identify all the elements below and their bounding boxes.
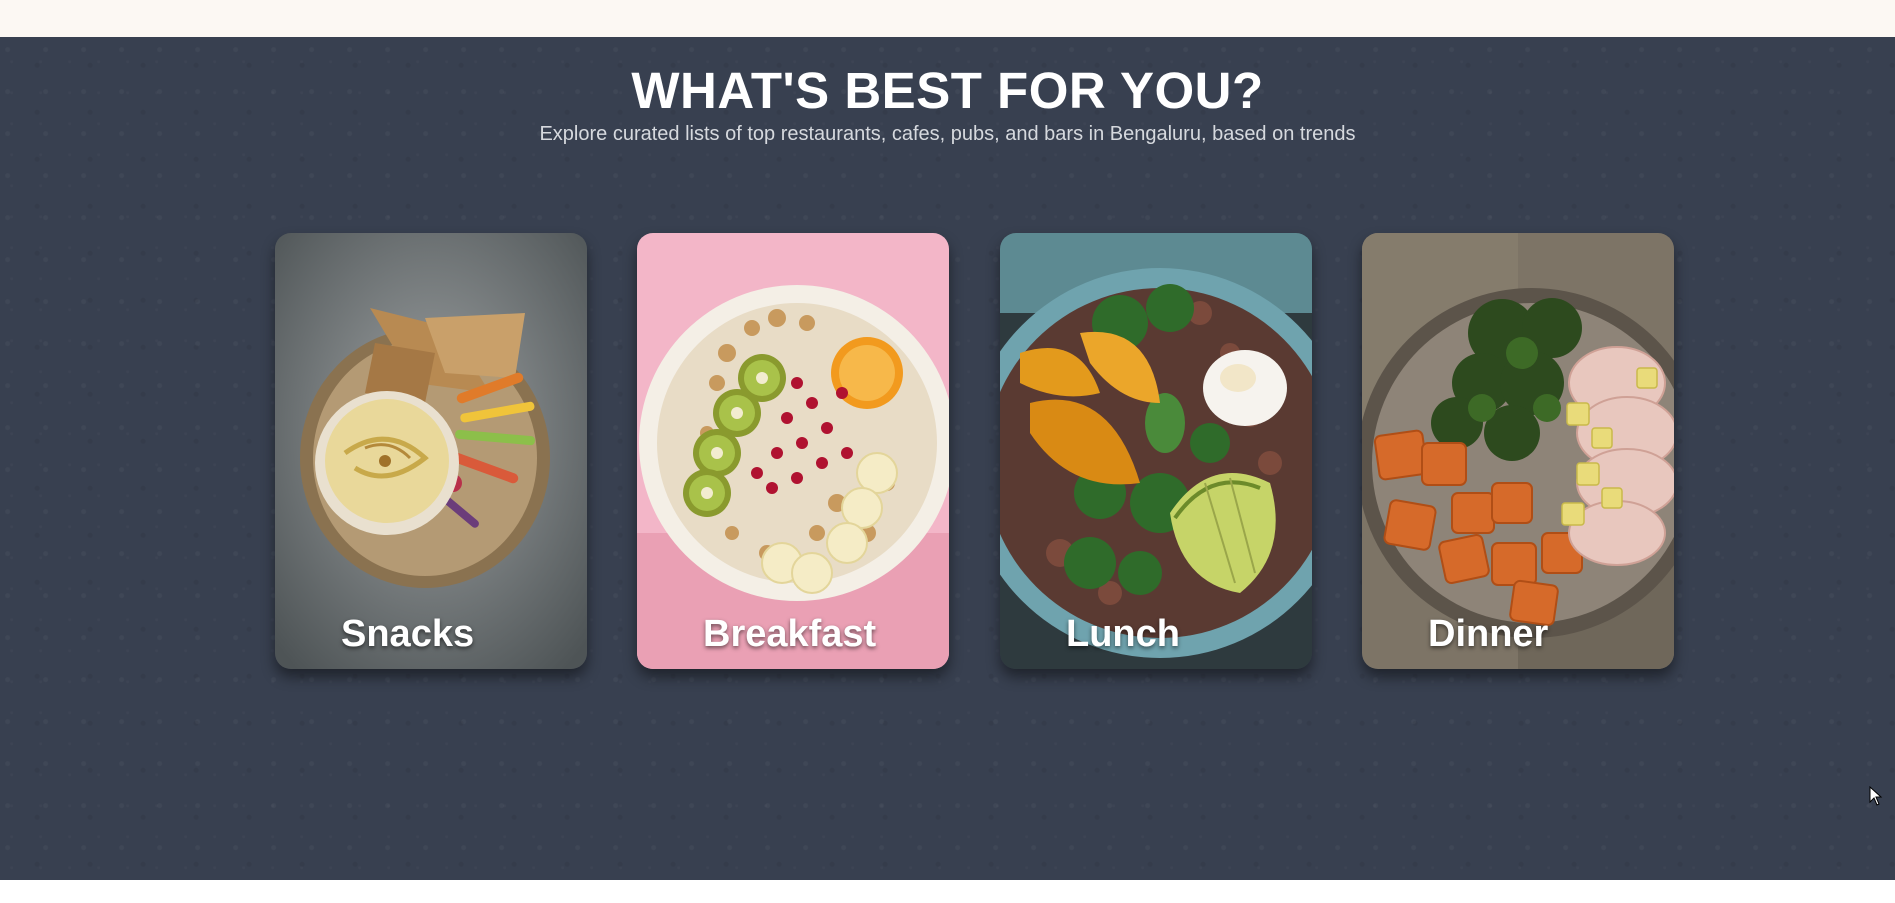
category-card-breakfast[interactable]: Breakfast bbox=[637, 233, 949, 669]
dinner-image bbox=[1362, 233, 1674, 669]
mouse-cursor-icon bbox=[1869, 786, 1883, 806]
card-label-lunch: Lunch bbox=[1066, 613, 1180, 655]
bottom-strip bbox=[0, 880, 1895, 903]
section-subtitle: Explore curated lists of top restaurants… bbox=[539, 123, 1356, 145]
section-title: WHAT'S BEST FOR YOU? bbox=[631, 62, 1264, 119]
category-card-dinner[interactable]: Dinner bbox=[1362, 233, 1674, 669]
category-card-snacks[interactable]: Snacks bbox=[275, 233, 587, 669]
top-strip bbox=[0, 0, 1895, 37]
card-label-dinner: Dinner bbox=[1428, 613, 1549, 655]
breakfast-image bbox=[637, 233, 949, 669]
card-label-snacks: Snacks bbox=[341, 613, 475, 655]
card-label-breakfast: Breakfast bbox=[703, 613, 877, 655]
category-card-lunch[interactable]: Lunch bbox=[1000, 233, 1312, 669]
lunch-image bbox=[1000, 233, 1312, 669]
snacks-image bbox=[275, 233, 587, 669]
